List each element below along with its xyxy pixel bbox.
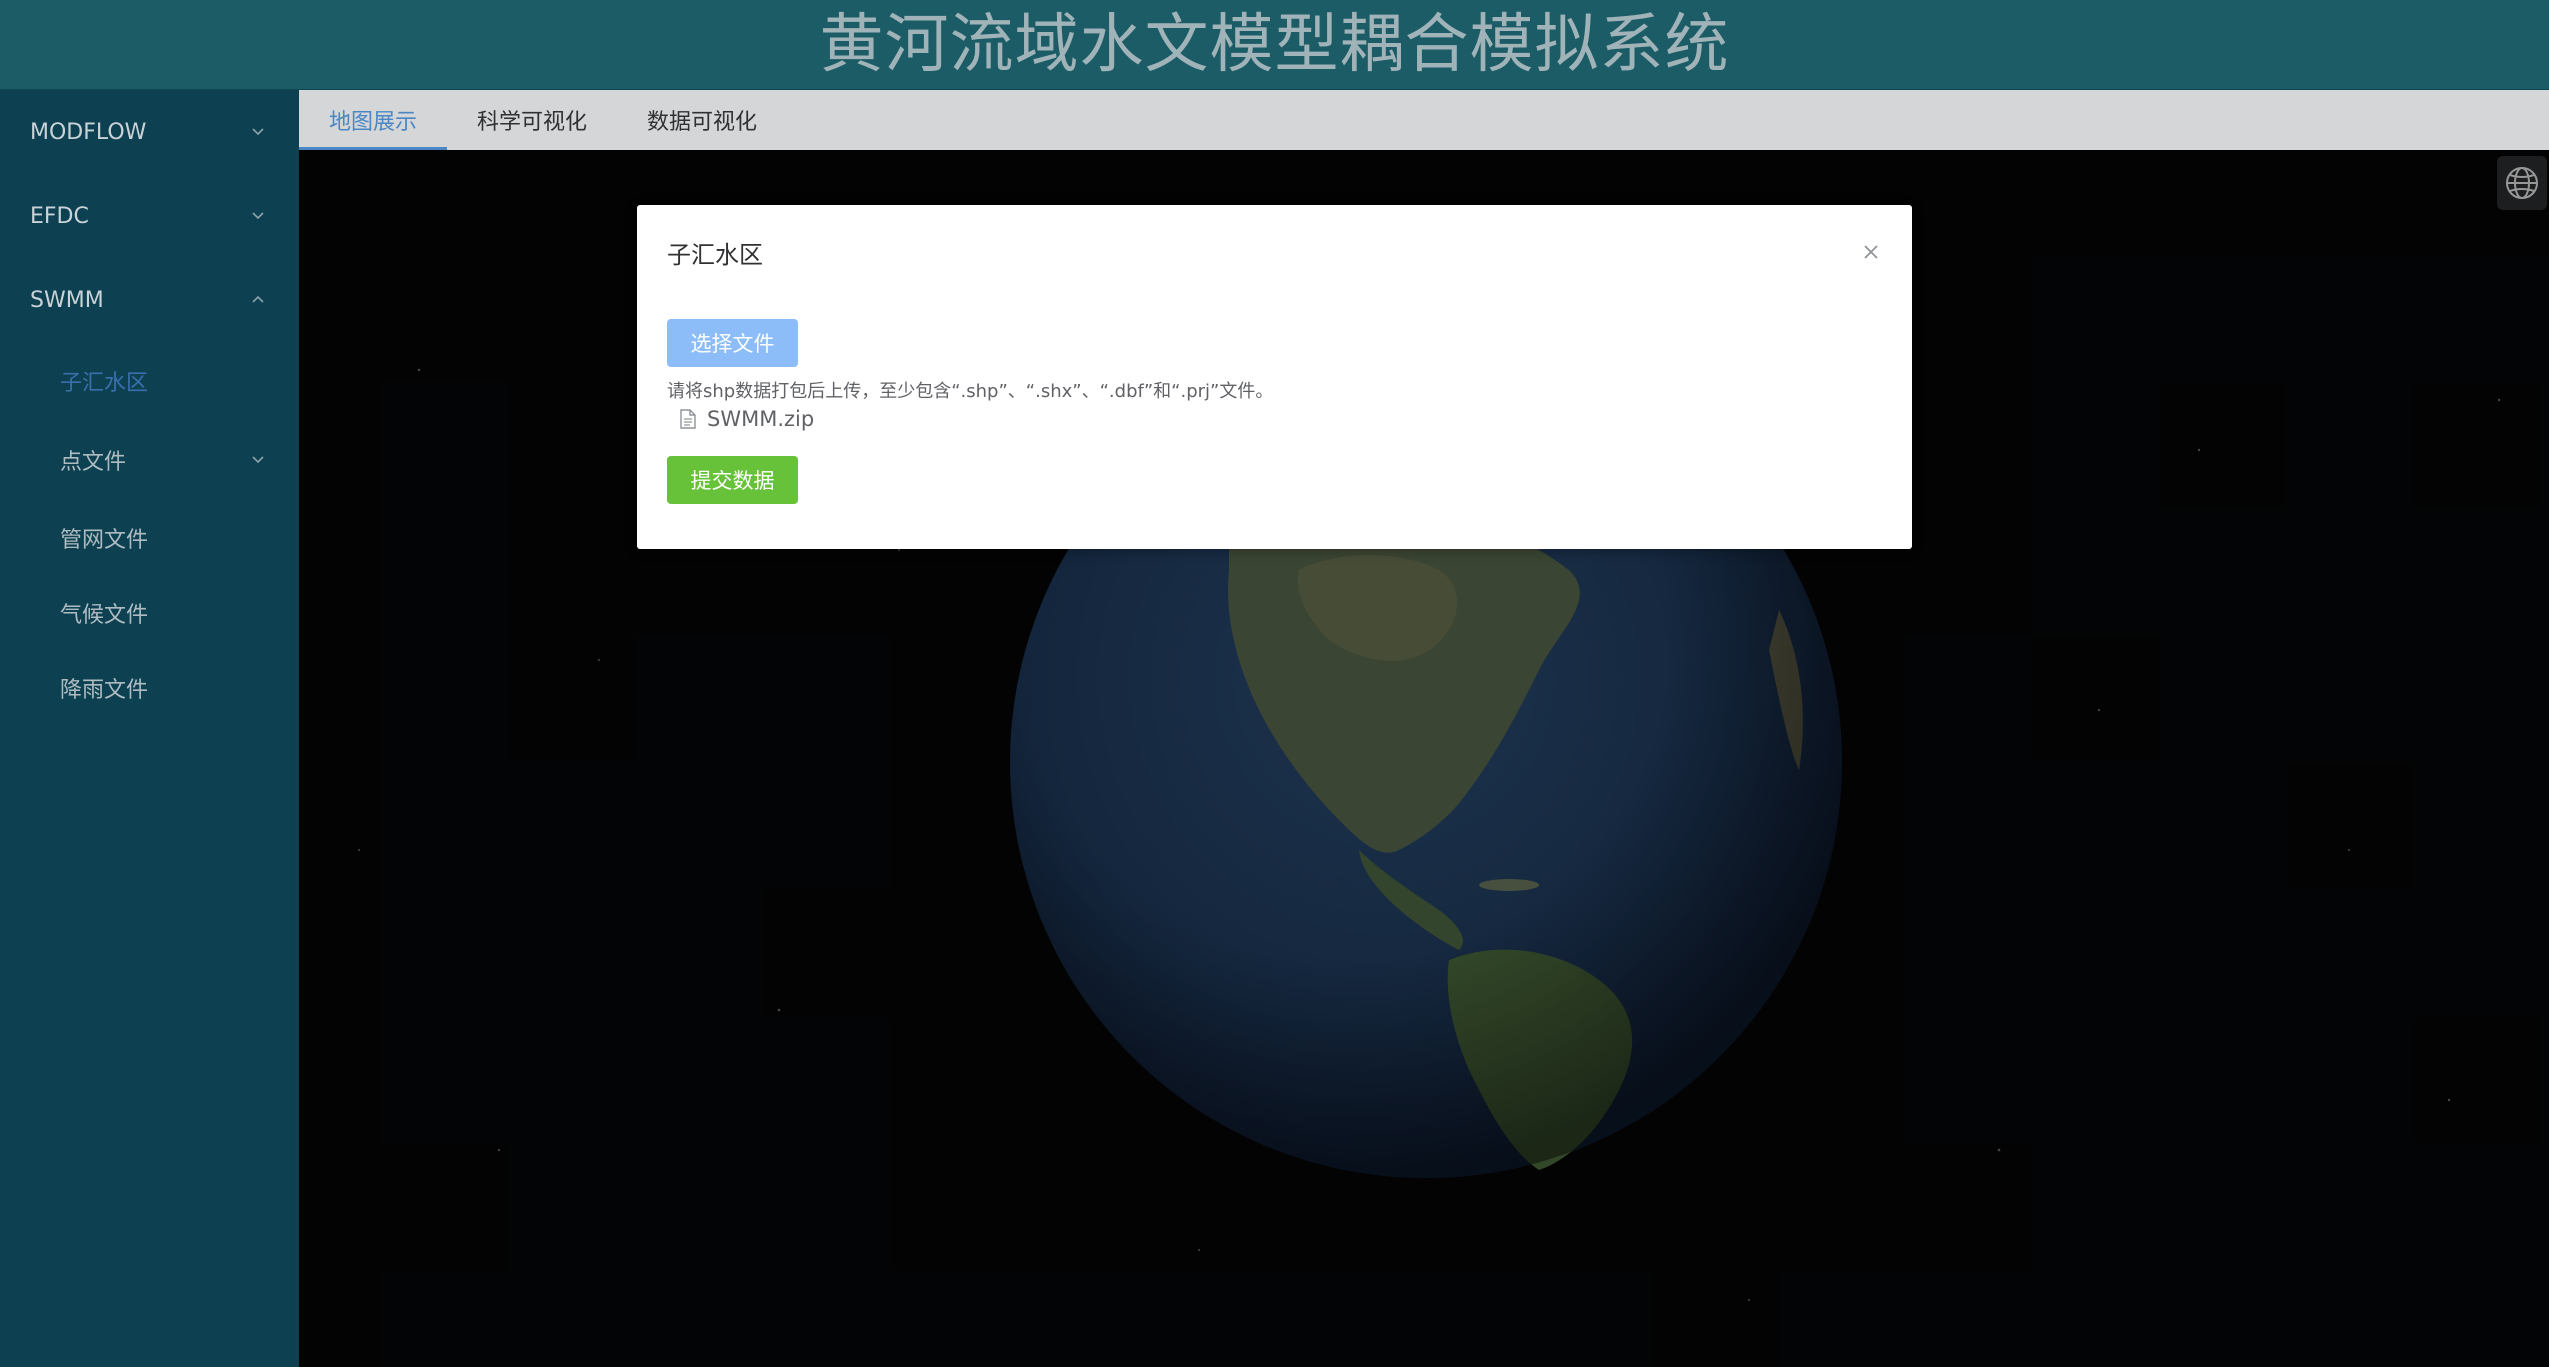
upload-tip: 请将shp数据打包后上传，至少包含“.shp”、“.shx”、“.dbf”和“.…: [667, 381, 1274, 402]
select-file-button[interactable]: 选择文件: [667, 319, 798, 367]
sidebar-item-label: 降雨文件: [60, 677, 149, 703]
sidebar-item-swmm[interactable]: SWMM: [0, 258, 299, 342]
sidebar-item-label: EFDC: [30, 203, 89, 229]
file-name: SWMM.zip: [707, 407, 815, 431]
app-title: 黄河流域水文模型耦合模拟系统: [819, 8, 1730, 82]
chevron-down-icon: [252, 128, 264, 136]
document-icon: [680, 409, 696, 429]
tab-scientific-visualization[interactable]: 科学可视化: [447, 90, 617, 150]
tab-data-visualization[interactable]: 数据可视化: [617, 90, 787, 150]
app-header: 黄河流域水文模型耦合模拟系统: [0, 0, 2549, 90]
sidebar: MODFLOW EFDC SWMM 子汇水区 点文件 管网文件 气候文件 降雨文…: [0, 90, 299, 1367]
sidebar-item-point-file[interactable]: 点文件: [0, 420, 299, 500]
chevron-up-icon: [252, 295, 264, 303]
sidebar-item-efdc[interactable]: EFDC: [0, 174, 299, 258]
chevron-down-icon: [252, 456, 264, 464]
sidebar-item-label: SWMM: [30, 287, 104, 313]
tab-map-display[interactable]: 地图展示: [299, 90, 448, 150]
upload-dialog: 子汇水区 选择文件 请将shp数据打包后上传，至少包含“.shp”、“.shx”…: [637, 205, 1912, 549]
sidebar-item-rainfall-file[interactable]: 降雨文件: [0, 650, 299, 725]
chevron-down-icon: [252, 212, 264, 220]
sidebar-item-label: 点文件: [60, 450, 127, 475]
sidebar-item-label: 管网文件: [60, 527, 149, 553]
sidebar-item-modflow[interactable]: MODFLOW: [0, 90, 299, 174]
sidebar-item-label: 气候文件: [60, 602, 149, 628]
submit-data-button[interactable]: 提交数据: [667, 456, 798, 504]
close-icon[interactable]: [1860, 241, 1882, 263]
sidebar-item-label: 子汇水区: [60, 371, 149, 396]
sidebar-item-label: MODFLOW: [30, 119, 147, 145]
sidebar-item-pipe-network-file[interactable]: 管网文件: [0, 500, 299, 575]
tab-bar: 地图展示 科学可视化 数据可视化: [299, 90, 2549, 150]
sidebar-item-subcatchment[interactable]: 子汇水区: [0, 342, 299, 420]
uploaded-file-item[interactable]: SWMM.zip: [679, 407, 814, 431]
sidebar-item-climate-file[interactable]: 气候文件: [0, 575, 299, 650]
dialog-title: 子汇水区: [667, 241, 763, 269]
